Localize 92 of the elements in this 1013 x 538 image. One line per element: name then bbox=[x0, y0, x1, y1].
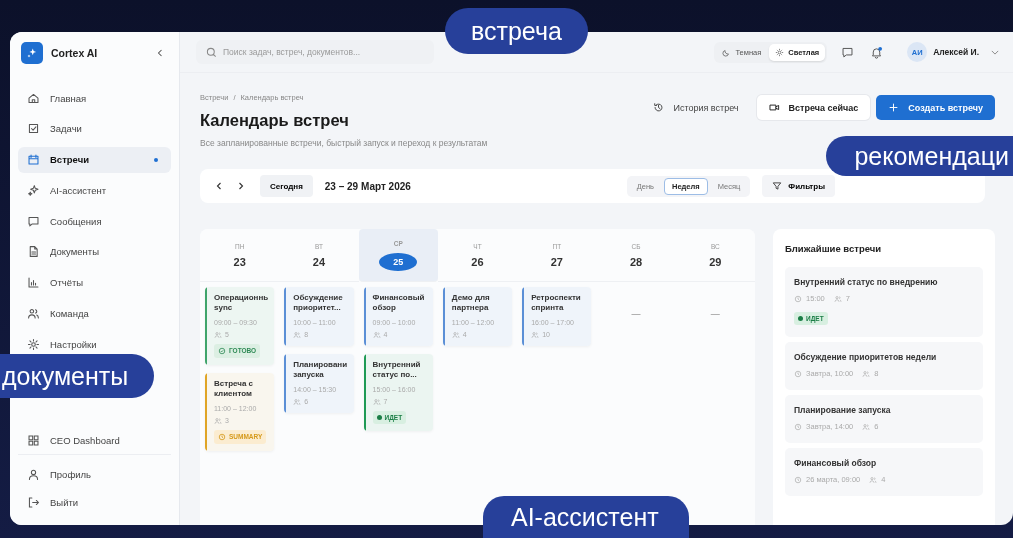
day-number: 23 bbox=[233, 255, 246, 268]
active-dot-icon bbox=[154, 157, 158, 162]
search-icon bbox=[206, 46, 217, 58]
collapse-chevron-icon[interactable] bbox=[157, 49, 163, 57]
meeting-now-button[interactable]: Встреча сейчас bbox=[756, 95, 871, 120]
document-icon bbox=[27, 245, 40, 259]
page-title: Календарь встреч bbox=[200, 111, 350, 130]
date-range: 23 – 29 Март 2026 bbox=[324, 180, 411, 192]
caption-label: документы bbox=[0, 354, 155, 398]
nav-item[interactable]: Выйти bbox=[18, 489, 171, 515]
clock-icon bbox=[794, 475, 802, 484]
meeting-title: Внутренний статус по внедрению bbox=[794, 277, 939, 287]
day-number: 25 bbox=[379, 252, 418, 271]
people-icon bbox=[372, 330, 381, 339]
day-number: 27 bbox=[550, 255, 563, 268]
funnel-icon bbox=[772, 181, 783, 191]
caption-label: встреча bbox=[445, 8, 588, 54]
nav-item[interactable]: Главная bbox=[18, 85, 171, 111]
chat-icon bbox=[27, 214, 40, 228]
people-icon bbox=[451, 330, 460, 339]
bell-icon[interactable] bbox=[870, 45, 884, 59]
history-icon bbox=[653, 102, 665, 113]
user-icon bbox=[27, 467, 40, 481]
nav-item[interactable]: Задачи bbox=[18, 115, 171, 142]
clock-icon bbox=[218, 432, 226, 441]
nav-item[interactable]: Профиль bbox=[18, 461, 171, 487]
house-icon bbox=[27, 91, 40, 105]
moon-icon bbox=[722, 47, 732, 57]
history-button[interactable]: История встреч bbox=[641, 95, 751, 120]
chat-icon[interactable] bbox=[841, 45, 855, 59]
nav-item[interactable]: CEO Dashboard bbox=[18, 427, 171, 454]
caption-label: рекомендаци bbox=[826, 136, 1013, 176]
sun-icon bbox=[775, 47, 785, 57]
clock-icon bbox=[794, 294, 802, 303]
logo-icon bbox=[21, 42, 43, 64]
event-title: Демо для партнера bbox=[451, 293, 491, 314]
event-title: Внутренний статус по... bbox=[372, 359, 422, 381]
meeting-title: Обсуждение приоритетов недели bbox=[794, 352, 938, 362]
live-dot-icon bbox=[798, 316, 803, 321]
page-subtitle: Все запланированные встречи, быстрый запуск и переход к результатам bbox=[200, 138, 488, 148]
empty-day-mark: — bbox=[631, 309, 641, 319]
nav-item[interactable]: AI-ассистент bbox=[18, 177, 171, 204]
logout-icon bbox=[27, 495, 40, 509]
people-icon bbox=[869, 475, 878, 484]
video-camera-icon bbox=[768, 102, 780, 113]
people-icon bbox=[531, 330, 540, 339]
day-number: 24 bbox=[312, 255, 326, 268]
nav-item[interactable]: Сообщения bbox=[18, 208, 171, 235]
brand-name: Cortex AI bbox=[51, 47, 99, 59]
caption-label: AI-ассистент bbox=[483, 496, 689, 538]
event-title: Ретроспекти спринта bbox=[531, 293, 582, 314]
people-icon bbox=[214, 416, 222, 425]
chevron-down-icon[interactable] bbox=[991, 49, 999, 55]
event-title: Встреча с клиентом bbox=[214, 378, 255, 400]
settings-icon bbox=[27, 337, 40, 351]
people-icon bbox=[833, 294, 842, 303]
event-title: Финансовый обзор bbox=[372, 293, 426, 314]
user-name[interactable]: Алексей И. bbox=[933, 47, 979, 57]
meeting-title: Планирование запуска bbox=[794, 405, 892, 415]
grid-icon bbox=[27, 433, 40, 447]
people-icon bbox=[293, 330, 302, 339]
people-icon bbox=[214, 330, 222, 339]
nav-item[interactable]: Документы bbox=[18, 239, 171, 265]
nav-item[interactable]: Отчёты bbox=[18, 269, 171, 296]
people-icon bbox=[293, 397, 302, 406]
plus-icon bbox=[888, 102, 900, 113]
filter-button[interactable]: Фильтры bbox=[762, 175, 835, 197]
checkbox-icon bbox=[27, 122, 40, 136]
empty-day-mark: — bbox=[710, 309, 720, 319]
search-field[interactable]: Поиск задач, встреч, документов... bbox=[196, 40, 434, 64]
people-icon bbox=[372, 397, 381, 406]
event-title: Операционнь sync bbox=[214, 293, 270, 314]
day-number: 29 bbox=[709, 255, 722, 268]
day-number: 28 bbox=[629, 255, 643, 268]
people-icon bbox=[862, 369, 871, 378]
sparkle-icon bbox=[27, 183, 40, 197]
nav-item[interactable]: Команда bbox=[18, 300, 171, 327]
calendar-icon bbox=[27, 153, 40, 167]
panel-title: Ближайшие встречи bbox=[785, 243, 883, 254]
meeting-title: Финансовый обзор bbox=[794, 458, 878, 468]
bar-chart-icon bbox=[27, 276, 40, 290]
people-icon bbox=[27, 307, 40, 321]
event-title: Планировани запуска bbox=[293, 359, 349, 381]
people-icon bbox=[862, 422, 871, 431]
today-button[interactable]: Сегодня bbox=[260, 175, 313, 197]
event-title: Обсуждение приоритет... bbox=[293, 293, 344, 314]
clock-icon bbox=[794, 422, 802, 431]
nav-item[interactable]: Встречи bbox=[18, 146, 171, 173]
create-meeting-button[interactable]: Создать встречу bbox=[876, 95, 995, 120]
clock-icon bbox=[794, 369, 802, 378]
day-number: 26 bbox=[471, 255, 484, 268]
live-dot-icon bbox=[376, 414, 382, 420]
